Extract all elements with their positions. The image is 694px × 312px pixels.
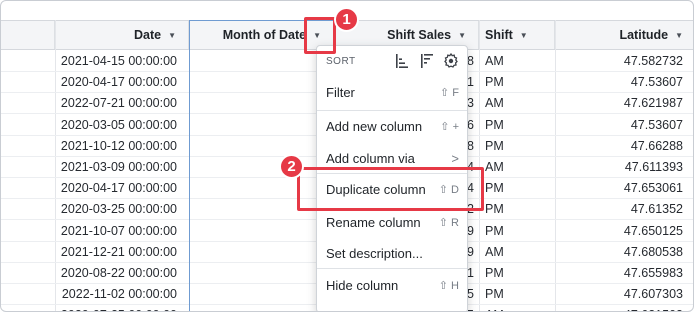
column-header-shift[interactable]: Shift ▼: [479, 21, 555, 49]
cell-shift[interactable]: PM: [485, 220, 545, 242]
cell-latitude[interactable]: 47.621987: [555, 92, 683, 114]
column-header-label: Shift: [485, 28, 513, 42]
menu-item-label: Add new column: [326, 118, 423, 134]
cell-shift[interactable]: PM: [485, 283, 545, 305]
cell-latitude[interactable]: 47.66288: [555, 135, 683, 157]
cell-latitude[interactable]: 47.53607: [555, 114, 683, 136]
cell-date[interactable]: 2022-11-02 00:00:00: [55, 283, 177, 305]
cell-date[interactable]: 2022-07-21 00:00:00: [55, 92, 177, 114]
cell-latitude[interactable]: 47.653061: [555, 177, 683, 199]
cell-shift[interactable]: AM: [485, 304, 545, 311]
column-header-label: Date: [133, 28, 162, 42]
menu-item-filter[interactable]: Filter ⇧ F: [317, 76, 467, 108]
cell-shift[interactable]: AM: [485, 241, 545, 263]
menu-item-shortcut: ⇧ R: [438, 216, 459, 229]
cell-date[interactable]: 2020-07-25 00:00:00: [55, 304, 177, 311]
step-badge: 2: [279, 154, 304, 179]
column-header-latitude[interactable]: Latitude ▼: [555, 21, 693, 49]
cell-date[interactable]: 2020-04-17 00:00:00: [55, 177, 177, 199]
callout-highlight-duplicate: [297, 167, 484, 211]
column-header-label: Shift Sales: [387, 28, 452, 42]
cell-date[interactable]: 2021-10-07 00:00:00: [55, 220, 177, 242]
cell-latitude[interactable]: 47.582732: [555, 50, 683, 72]
cell-date[interactable]: 2020-03-05 00:00:00: [55, 114, 177, 136]
column-header-label: Latitude: [619, 28, 669, 42]
column-header-label: Month of Date: [222, 28, 307, 42]
sort-label: SORT: [326, 55, 356, 67]
gear-icon[interactable]: [443, 53, 459, 69]
step-badge: 1: [334, 7, 359, 32]
menu-item-shortcut: ⇧ H: [438, 279, 459, 292]
menu-item-label: Filter: [326, 84, 355, 100]
menu-item-label: Set description...: [326, 245, 423, 261]
cell-date[interactable]: 2021-04-15 00:00:00: [55, 50, 177, 72]
cell-latitude[interactable]: 47.53607: [555, 71, 683, 93]
chevron-down-icon[interactable]: ▼: [168, 31, 176, 40]
cell-shift[interactable]: PM: [485, 71, 545, 93]
row-number-header: [1, 21, 55, 49]
cell-date[interactable]: 2020-03-25 00:00:00: [55, 198, 177, 220]
sort-ascending-icon[interactable]: [395, 53, 409, 69]
menu-item-shortcut: ⇧ +: [440, 120, 459, 133]
chevron-down-icon[interactable]: ▼: [675, 31, 683, 40]
column-header-date[interactable]: Date ▼: [55, 21, 189, 49]
cell-shift[interactable]: PM: [485, 135, 545, 157]
cell-latitude[interactable]: 47.650125: [555, 220, 683, 242]
worksheet-frame: Date ▼ Month of Date ▼ Shift Sales ▼ Shi…: [0, 0, 694, 312]
chevron-down-icon[interactable]: ▼: [458, 31, 466, 40]
menu-sort-section: SORT: [317, 46, 467, 76]
cell-latitude[interactable]: 47.611393: [555, 156, 683, 178]
cell-date[interactable]: 2021-12-21 00:00:00: [55, 241, 177, 263]
cell-shift[interactable]: AM: [485, 50, 545, 72]
cell-latitude[interactable]: 47.61352: [555, 198, 683, 220]
cell-latitude[interactable]: 47.680538: [555, 241, 683, 263]
cell-shift[interactable]: PM: [485, 177, 545, 199]
callout-highlight-caret: [304, 17, 336, 54]
menu-item-hide-column[interactable]: Hide column ⇧ H: [317, 269, 467, 301]
cell-shift[interactable]: PM: [485, 262, 545, 284]
menu-item-shortcut: ⇧ F: [440, 86, 459, 99]
cell-date[interactable]: 2021-10-12 00:00:00: [55, 135, 177, 157]
sort-descending-icon[interactable]: [420, 53, 434, 69]
cell-latitude[interactable]: 47.621503: [555, 304, 683, 311]
menu-item-label: Hide column: [326, 277, 399, 293]
cell-date[interactable]: 2020-08-22 00:00:00: [55, 262, 177, 284]
chevron-down-icon[interactable]: ▼: [520, 31, 528, 40]
menu-item-label: Rename column: [326, 214, 421, 230]
cell-latitude[interactable]: 47.655983: [555, 262, 683, 284]
cell-date[interactable]: 2021-03-09 00:00:00: [55, 156, 177, 178]
cell-shift[interactable]: AM: [485, 156, 545, 178]
chevron-right-icon: >: [451, 150, 459, 166]
cell-shift[interactable]: PM: [485, 198, 545, 220]
cell-latitude[interactable]: 47.607303: [555, 283, 683, 305]
menu-item-label: Add column via: [326, 150, 415, 166]
cell-date[interactable]: 2020-04-17 00:00:00: [55, 71, 177, 93]
menu-item-set-description[interactable]: Set description...: [317, 237, 467, 269]
cell-shift[interactable]: AM: [485, 92, 545, 114]
menu-item-add-new-column[interactable]: Add new column ⇧ +: [317, 110, 467, 142]
cell-shift[interactable]: PM: [485, 114, 545, 136]
